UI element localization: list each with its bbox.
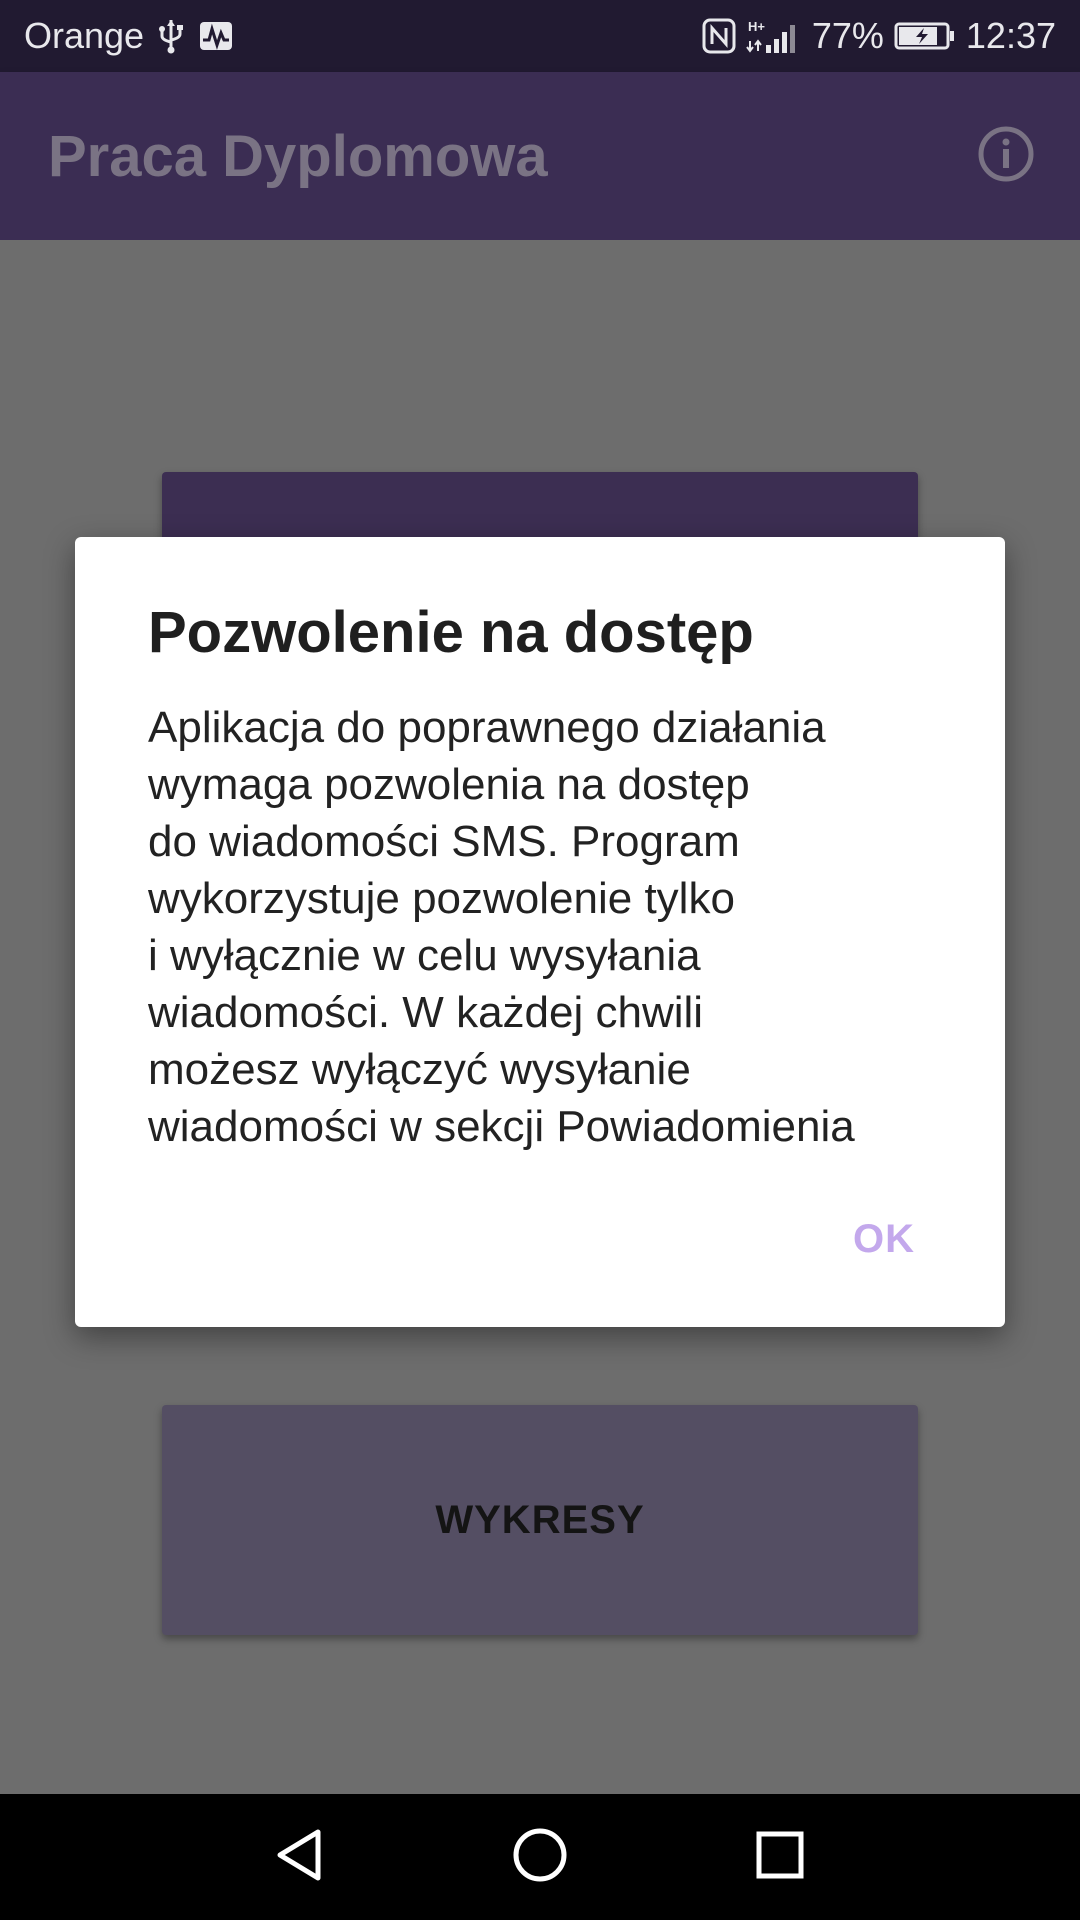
dialog-message-line: Aplikacja do poprawnego działania (148, 703, 826, 752)
dialog-message-line: wiadomości. W każdej chwili (148, 988, 704, 1037)
screen: Orange H+ 77% 12:37 Praca Dyplomowa WYKR… (0, 0, 1080, 1920)
back-icon (274, 1827, 326, 1888)
permission-dialog: Pozwolenie na dostęp Aplikacja do popraw… (75, 537, 1005, 1327)
dialog-message-line: i wyłącznie w celu wysyłania (148, 931, 701, 980)
dialog-message: Aplikacja do poprawnego działania wymaga… (148, 699, 948, 1155)
home-icon (512, 1827, 568, 1888)
nav-bar (0, 1794, 1080, 1920)
dialog-title: Pozwolenie na dostęp (148, 600, 754, 665)
ok-button[interactable]: OK (853, 1217, 915, 1262)
dialog-message-line: możesz wyłączyć wysyłanie (148, 1045, 691, 1094)
dialog-message-line: wymaga pozwolenia na dostęp (148, 760, 750, 809)
dialog-message-line: do wiadomości SMS. Program (148, 817, 740, 866)
dialog-message-line: wiadomości w sekcji Powiadomienia (148, 1102, 855, 1151)
recents-icon (755, 1830, 805, 1885)
back-button[interactable] (265, 1822, 335, 1892)
home-button[interactable] (505, 1822, 575, 1892)
dialog-message-line: wykorzystuje pozwolenie tylko (148, 874, 735, 923)
recents-button[interactable] (745, 1822, 815, 1892)
